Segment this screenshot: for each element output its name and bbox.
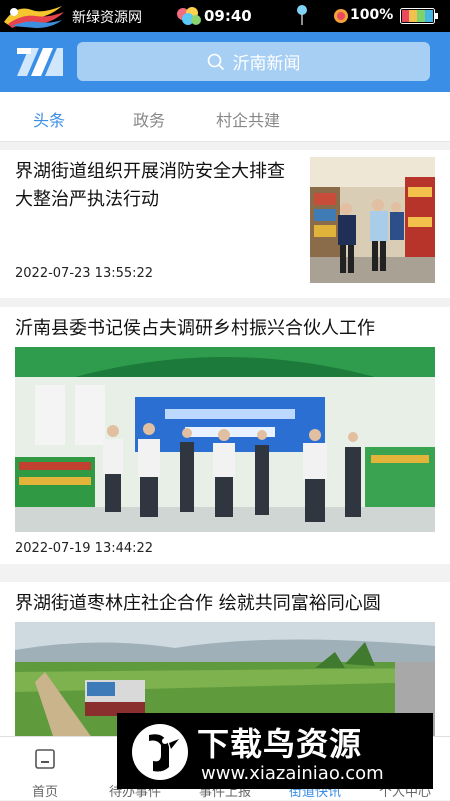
tab-headlines[interactable]: 头条 [33, 107, 65, 131]
watermark-url: www.xiazainiao.com [201, 763, 384, 784]
tab-government[interactable]: 政务 [133, 107, 165, 131]
search-icon [207, 53, 224, 70]
search-bar[interactable]: 沂南新闻 [77, 42, 430, 81]
battery-percent: 100% [350, 7, 394, 23]
status-bar: 新绿资源网 09:40 100% [0, 0, 450, 32]
app-header: 沂南新闻 [0, 32, 450, 92]
brand-logo-icon [17, 48, 63, 76]
app-logo-icon [4, 6, 64, 28]
home-icon [35, 749, 55, 769]
status-time: 09:40 [204, 7, 252, 25]
news-thumbnail [310, 157, 435, 283]
category-tabs: 头条 政务 村企共建 [0, 92, 450, 142]
location-pin-icon [297, 5, 307, 25]
battery-icon [400, 8, 438, 24]
bird-logo-icon [132, 724, 188, 780]
news-title: 界湖街道组织开展消防安全大排查大整治严执法行动 [15, 161, 285, 210]
status-app-name: 新绿资源网 [72, 10, 142, 26]
nav-label: 首页 [31, 785, 58, 800]
watermark-title: 下载鸟资源 [197, 725, 363, 763]
news-feed[interactable]: 界湖街道组织开展消防安全大排查大整治严执法行动 2022-07-23 13:55… [0, 142, 450, 736]
balloons-icon [177, 7, 201, 25]
news-card[interactable]: 沂南县委书记侯占夫调研乡村振兴合伙人工作 2022-07-19 13:44:22 [0, 307, 450, 564]
news-title: 沂南县委书记侯占夫调研乡村振兴合伙人工作 [15, 318, 375, 339]
watermark-banner: 下载鸟资源 www.xiazainiao.com [117, 713, 433, 789]
news-date: 2022-07-19 13:44:22 [15, 541, 154, 556]
news-card[interactable]: 界湖街道组织开展消防安全大排查大整治严执法行动 2022-07-23 13:55… [0, 150, 450, 298]
news-image [15, 347, 435, 532]
news-title: 界湖街道枣林庄社企合作 绘就共同富裕同心圆 [15, 593, 381, 614]
search-placeholder: 沂南新闻 [232, 54, 301, 74]
tab-village-enterprise[interactable]: 村企共建 [216, 107, 280, 131]
news-date: 2022-07-23 13:55:22 [15, 266, 154, 281]
nav-home[interactable]: 首页 [0, 737, 90, 801]
sun-icon [334, 9, 348, 23]
